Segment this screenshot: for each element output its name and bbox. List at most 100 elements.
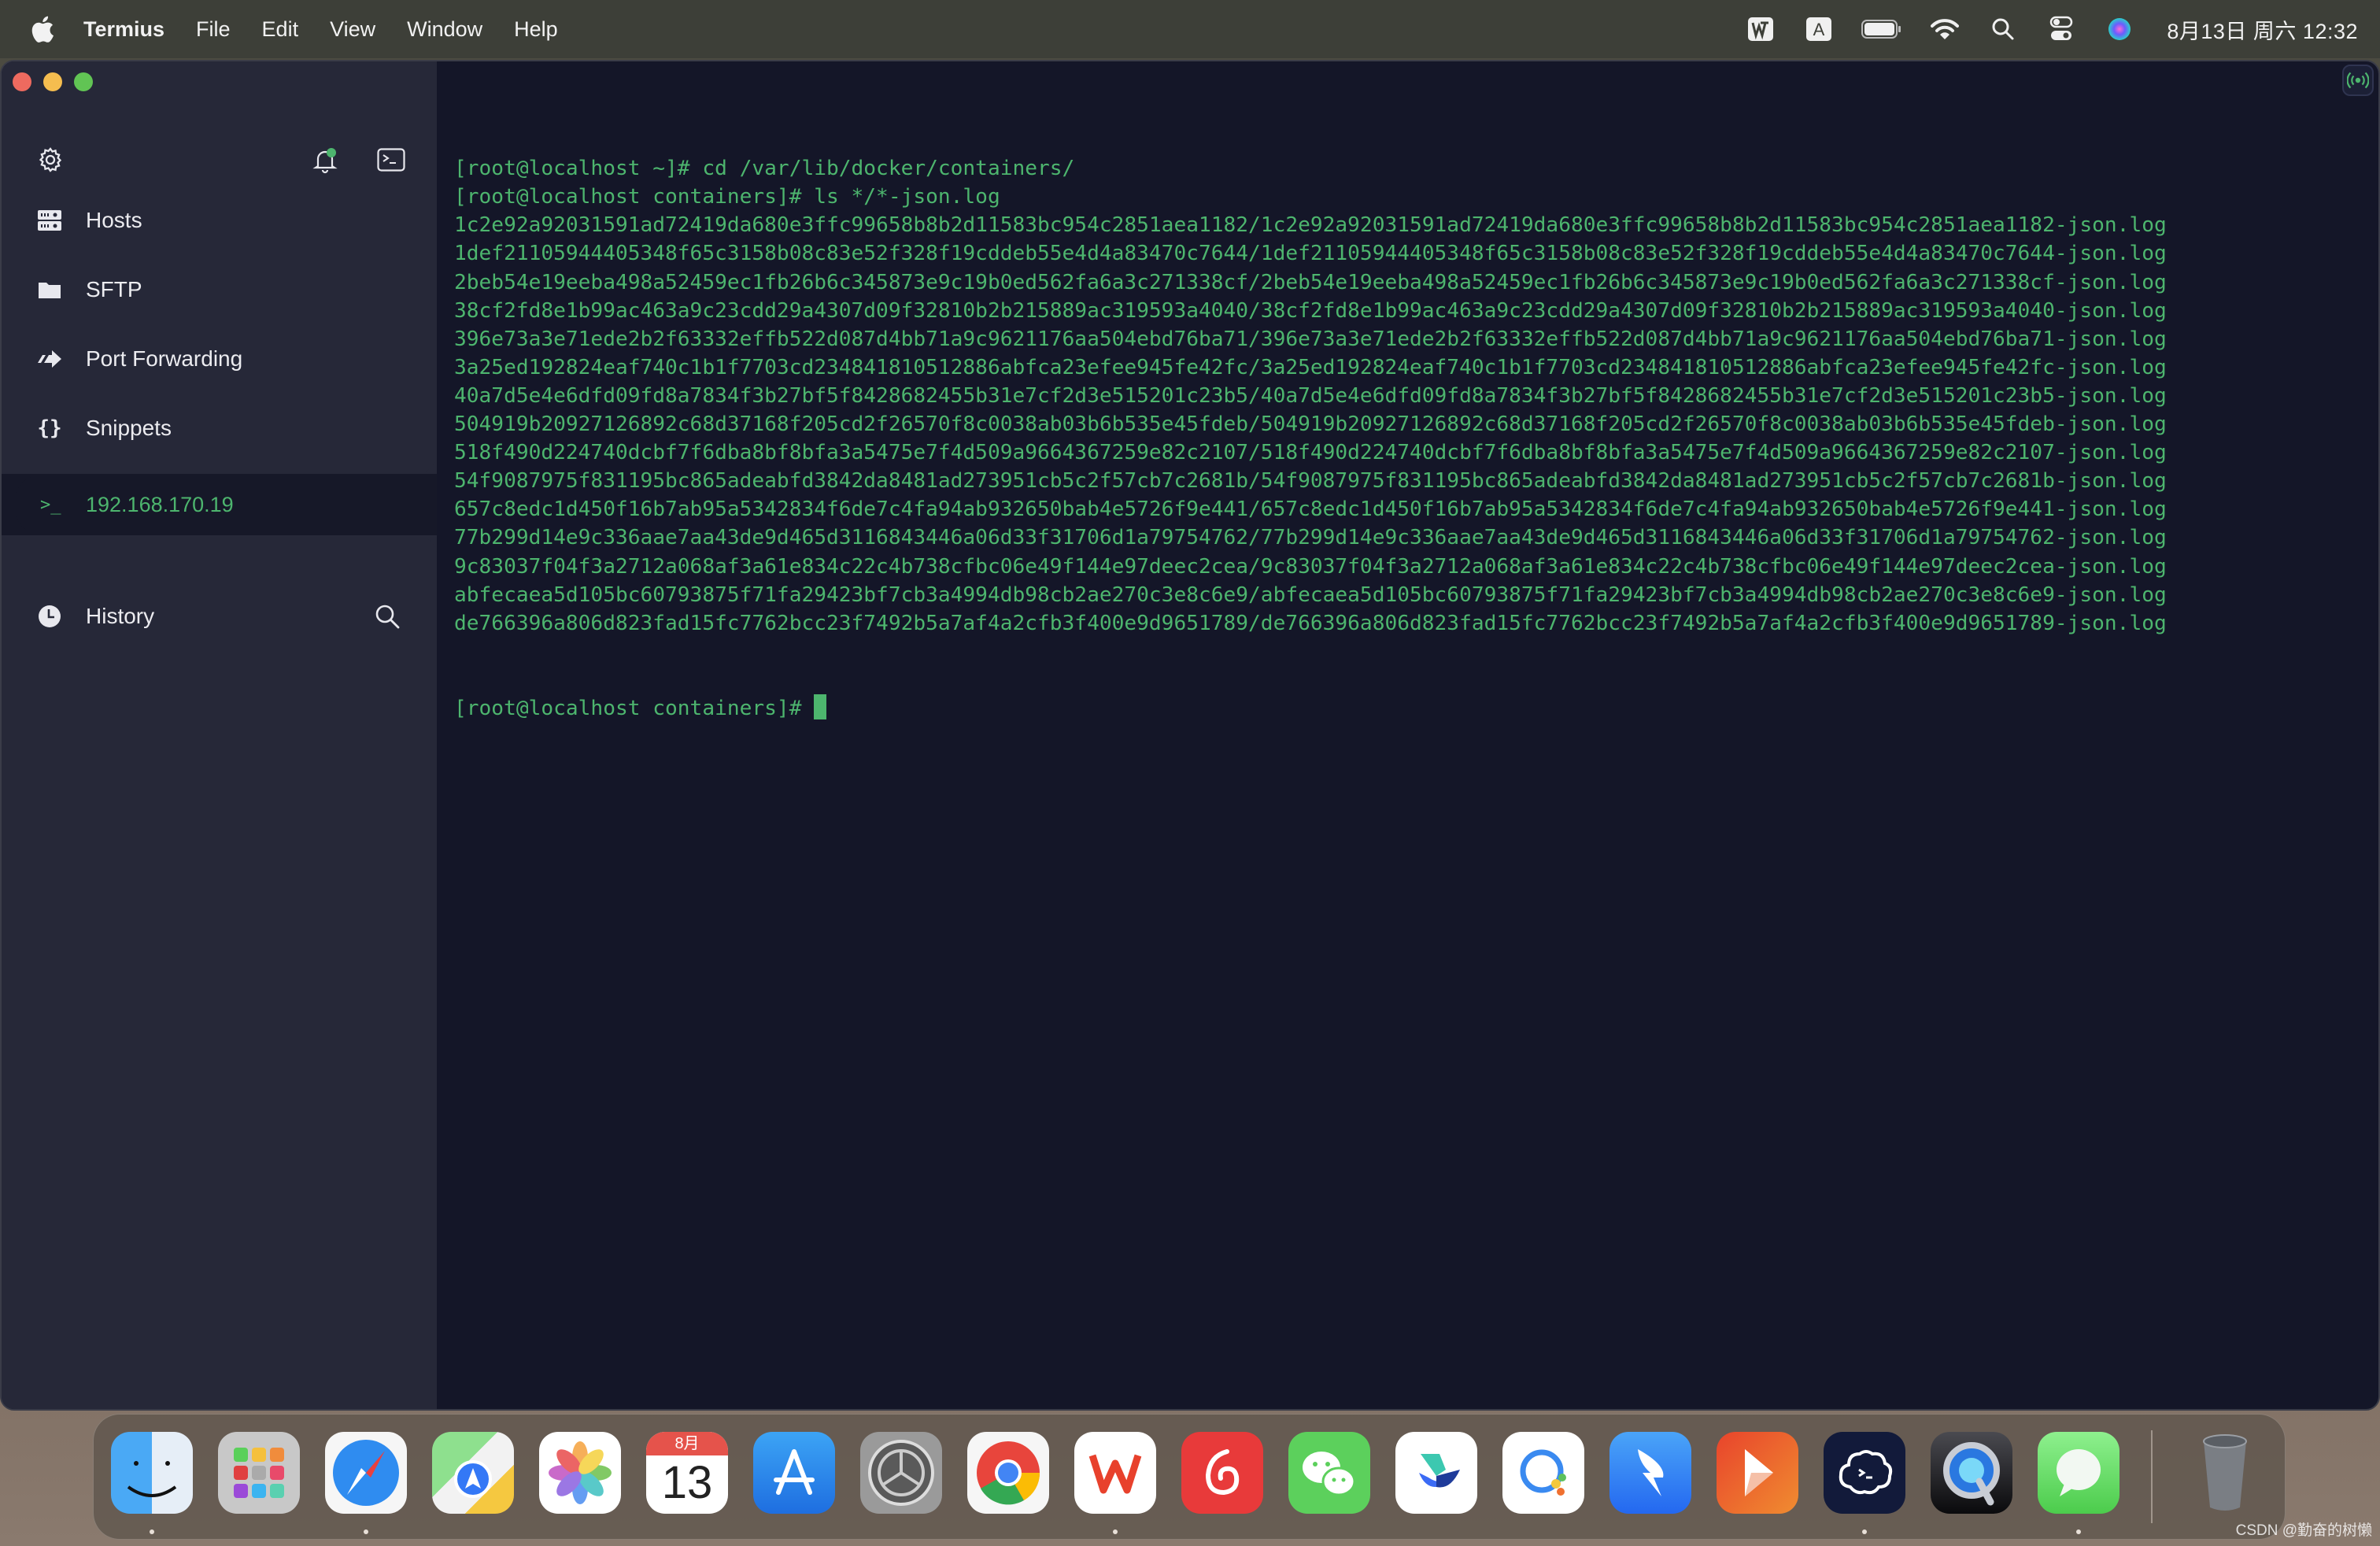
running-indicator-messages	[2076, 1529, 2081, 1534]
terminal-lines: [root@localhost ~]# cd /var/lib/docker/c…	[454, 154, 2363, 638]
dock: 8月 13	[93, 1414, 2286, 1540]
dock-feishu-icon[interactable]	[1395, 1432, 1477, 1514]
dock-wechat-icon[interactable]	[1288, 1432, 1370, 1514]
running-indicator-termius	[1862, 1529, 1867, 1534]
terminal-command-line: [root@localhost ~]# cd /var/lib/docker/c…	[454, 157, 1075, 181]
menu-help[interactable]: Help	[514, 17, 558, 42]
calendar-month: 8月	[646, 1432, 728, 1455]
spotlight-search-icon[interactable]	[1987, 13, 2019, 45]
dock-photos-icon[interactable]	[539, 1432, 621, 1514]
menu-bar: Termius File Edit View Window Help A 8月1…	[0, 0, 2380, 58]
broadcast-button[interactable]	[2342, 65, 2374, 96]
terminal-prompt-icon: >_	[40, 494, 61, 515]
sidebar-item-active-session[interactable]: >_ 192.168.170.19	[17, 476, 437, 533]
sidebar-item-snippets[interactable]: {} Snippets	[37, 405, 172, 452]
dock-dingtalk-icon[interactable]	[1609, 1432, 1691, 1514]
sidebar-item-label: History	[86, 604, 155, 628]
dock-trash-icon[interactable]	[2184, 1432, 2266, 1514]
sidebar-item-sftp[interactable]: SFTP	[37, 266, 142, 313]
terminal-output-line: 1c2e92a92031591ad72419da680e3ffc99658b8b…	[454, 213, 2167, 238]
folder-icon	[37, 277, 62, 302]
notifications-bell-icon[interactable]	[311, 146, 339, 175]
terminal-output-line: 396e73a3e71ede2b2f63332effb522d087d4bb71…	[454, 327, 2167, 351]
termius-window: Hosts SFTP Port Forwarding {} Snippets >…	[0, 60, 2380, 1411]
dock-chrome-icon[interactable]	[967, 1432, 1049, 1514]
dock-termius-icon[interactable]	[1824, 1432, 1905, 1514]
apple-menu-icon[interactable]	[30, 15, 55, 43]
sidebar-item-port-forwarding[interactable]: Port Forwarding	[37, 335, 242, 383]
menu-view[interactable]: View	[330, 17, 375, 42]
menu-file[interactable]: File	[196, 17, 231, 42]
dock-tencent-meeting-icon[interactable]	[1502, 1432, 1584, 1514]
menu-bar-tray: A 8月13日 周六 12:32	[1718, 0, 2358, 58]
port-forwarding-icon	[37, 346, 62, 372]
terminal-output-line: 77b299d14e9c336aae7aa43de9d465d311684344…	[454, 526, 2167, 550]
dock-safari-icon[interactable]	[325, 1432, 407, 1514]
menu-window[interactable]: Window	[407, 17, 482, 42]
settings-gear-icon[interactable]	[37, 146, 65, 175]
calendar-day: 13	[661, 1457, 713, 1508]
battery-icon[interactable]	[1861, 13, 1902, 45]
dock-messages-icon[interactable]	[2038, 1432, 2119, 1514]
window-controls	[13, 72, 93, 91]
terminal-output-line: 38cf2fd8e1b99ac463a9c23cdd29a4307d09f328…	[454, 298, 2167, 323]
dock-finder-icon[interactable]	[111, 1432, 193, 1514]
sidebar-item-label: Port Forwarding	[86, 346, 243, 371]
dock-maps-icon[interactable]	[432, 1432, 514, 1514]
history-search-icon[interactable]	[374, 603, 401, 630]
terminal-output-line: 9c83037f04f3a2712a068af3a61e834c22c4b738…	[454, 554, 2167, 579]
terminal-output-line: abfecaea5d105bc60793875f71fa29423bf7cb3a…	[454, 583, 2167, 607]
terminal-output-line: 518f490d224740dcbf7f6dba8bf8bfa3a5475e7f…	[454, 441, 2167, 465]
new-terminal-icon[interactable]	[377, 148, 405, 173]
hosts-icon	[37, 208, 62, 233]
snippets-icon: {}	[37, 416, 62, 440]
terminal-output-line: 504919b20927126892c68d37168f205cd2f26570…	[454, 412, 2167, 437]
input-method-icon[interactable]: A	[1803, 13, 1835, 45]
sidebar-item-label: Hosts	[86, 208, 142, 232]
running-indicator-finder	[150, 1529, 154, 1534]
terminal-output[interactable]: [root@localhost ~]# cd /var/lib/docker/c…	[454, 98, 2363, 1409]
sidebar-item-history[interactable]: History	[37, 593, 154, 640]
terminal-prompt-line: [root@localhost containers]#	[454, 693, 2363, 723]
sidebar-item-label: SFTP	[86, 277, 142, 301]
sidebar: Hosts SFTP Port Forwarding {} Snippets >…	[2, 61, 437, 1409]
close-window-button[interactable]	[13, 72, 31, 91]
dock-netease-music-icon[interactable]	[1181, 1432, 1263, 1514]
maximize-window-button[interactable]	[74, 72, 93, 91]
dock-wps-icon[interactable]	[1074, 1432, 1156, 1514]
history-clock-icon	[37, 604, 62, 629]
terminal-output-line: 1def21105944405348f65c3158b08c83e52f328f…	[454, 242, 2167, 266]
menu-bar-clock[interactable]: 8月13日 周六 12:32	[2167, 14, 2358, 45]
siri-icon[interactable]	[2104, 13, 2135, 45]
terminal-output-line: 40a7d5e4e6dfd09fd8a7834f3b27bf5f84286824…	[454, 383, 2167, 408]
terminal-prompt: [root@localhost containers]#	[454, 696, 815, 720]
dock-separator	[2151, 1430, 2153, 1523]
menu-app-name[interactable]: Termius	[83, 17, 164, 42]
control-center-icon[interactable]	[2046, 13, 2077, 45]
sidebar-item-hosts[interactable]: Hosts	[37, 197, 142, 244]
wps-icon[interactable]	[1745, 13, 1776, 45]
terminal-output-line: 2beb54e19eeba498a52459ec1fb26b6c345873e9…	[454, 270, 2167, 294]
dock-app-store-icon[interactable]	[753, 1432, 835, 1514]
sidebar-item-label: Snippets	[86, 416, 172, 440]
terminal-output-line: 657c8edc1d450f16b7ab95a5342834f6de7c4fa9…	[454, 497, 2167, 522]
dock-system-preferences-icon[interactable]	[860, 1432, 942, 1514]
terminal-cursor	[814, 693, 827, 719]
running-indicator-wps	[1113, 1529, 1118, 1534]
terminal-output-line: 54f9087975f831195bc865adeabfd3842da8481a…	[454, 469, 2167, 494]
wifi-icon[interactable]	[1929, 13, 1961, 45]
terminal-command-line: [root@localhost containers]# ls */*-json…	[454, 185, 1000, 209]
running-indicator-safari	[364, 1529, 368, 1534]
terminal-output-line: de766396a806d823fad15fc7762bcc23f7492b5a…	[454, 611, 2167, 635]
dock-infuse-icon[interactable]	[1717, 1432, 1798, 1514]
dock-launchpad-icon[interactable]	[218, 1432, 300, 1514]
session-host-label: 192.168.170.19	[86, 492, 234, 516]
terminal-output-line: 3a25ed192824eaf740c1b1f7703cd23484181051…	[454, 355, 2167, 379]
watermark: CSDN @勤奋的树懒	[2235, 1522, 2372, 1539]
broadcast-icon	[2347, 72, 2369, 89]
dock-quicktime-icon[interactable]	[1931, 1432, 2012, 1514]
dock-calendar-icon[interactable]: 8月 13	[646, 1432, 728, 1514]
menu-edit[interactable]: Edit	[262, 17, 299, 42]
svg-text:A: A	[1813, 20, 1825, 39]
minimize-window-button[interactable]	[43, 72, 62, 91]
